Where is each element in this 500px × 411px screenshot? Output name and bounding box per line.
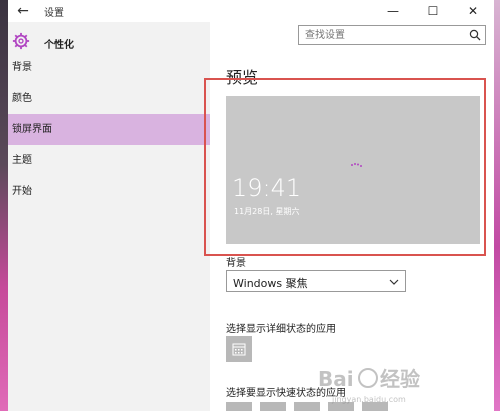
main-content: 预览 19:41 11月28日, 星期六 背景 Windows 聚焦 选择显示详… (204, 22, 494, 411)
quick-status-app-button[interactable] (294, 402, 320, 411)
search-icon[interactable] (469, 29, 481, 41)
sidebar-item-colors[interactable]: 颜色 (8, 83, 210, 114)
search-input[interactable] (305, 28, 455, 42)
chevron-down-icon (389, 279, 399, 285)
loading-indicator-icon (351, 163, 362, 167)
maximize-button[interactable]: ☐ (418, 0, 448, 22)
back-button[interactable]: ← (14, 2, 32, 20)
gear-icon (12, 32, 30, 50)
lock-screen-preview: 19:41 11月28日, 星期六 (226, 96, 480, 244)
preview-clock-time: 19:41 (232, 174, 302, 202)
svg-text:Bai: Bai (318, 367, 354, 391)
sidebar-item-background[interactable]: 背景 (8, 52, 210, 83)
svg-text:经验: 经验 (380, 367, 420, 391)
minimize-button[interactable]: — (378, 0, 408, 22)
settings-window: ← 设置 — ☐ ✕ 个性化 背景 颜色 锁屏界面 主题 开始 查找设置 预览 … (8, 0, 494, 411)
sidebar: 个性化 背景 颜色 锁屏界面 主题 开始 (8, 22, 210, 411)
sidebar-item-start[interactable]: 开始 (8, 176, 210, 207)
sidebar-header: 个性化 (8, 28, 210, 54)
preview-clock-date: 11月28日, 星期六 (234, 207, 300, 216)
detail-status-label: 选择显示详细状态的应用 (226, 324, 336, 335)
calendar-icon (232, 343, 246, 356)
quick-status-app-button[interactable] (226, 402, 252, 411)
close-button[interactable]: ✕ (458, 0, 488, 22)
sidebar-title: 个性化 (44, 40, 74, 51)
preview-heading: 预览 (226, 68, 259, 87)
search-box[interactable] (298, 25, 486, 45)
detail-status-app-button[interactable] (226, 336, 252, 362)
sidebar-item-lock-screen[interactable]: 锁屏界面 (8, 114, 210, 145)
baidu-watermark-logo: Bai 经验 jingyan.baidu.com (318, 367, 420, 404)
svg-text:jingyan.baidu.com: jingyan.baidu.com (331, 395, 406, 404)
desktop-background-left (0, 0, 8, 411)
background-dropdown-value: Windows 聚焦 (233, 277, 308, 290)
window-title: 设置 (44, 8, 64, 19)
desktop-background-right (494, 0, 500, 411)
sidebar-item-themes[interactable]: 主题 (8, 145, 210, 176)
background-dropdown[interactable]: Windows 聚焦 (226, 270, 406, 292)
background-label: 背景 (226, 258, 246, 269)
title-bar: ← 设置 — ☐ ✕ (8, 0, 494, 22)
quick-status-app-button[interactable] (260, 402, 286, 411)
